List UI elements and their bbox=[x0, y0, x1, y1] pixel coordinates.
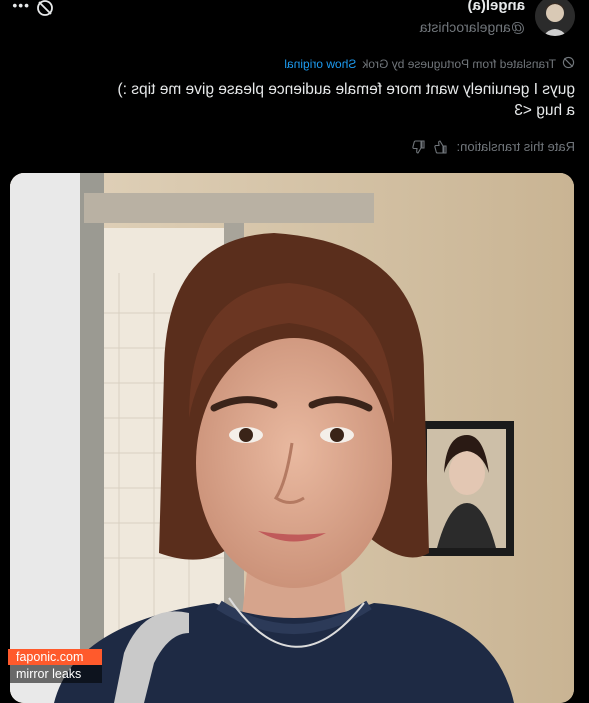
watermark-tagline: mirror leaks bbox=[8, 665, 102, 683]
post-photo[interactable] bbox=[10, 173, 574, 703]
grok-icon[interactable] bbox=[35, 0, 55, 18]
avatar-image bbox=[535, 0, 575, 36]
translation-notice: Translated from Portuguese by Grok Show … bbox=[284, 56, 575, 72]
display-name[interactable]: angel(a) bbox=[467, 0, 525, 14]
show-original-link[interactable]: Show original bbox=[284, 57, 356, 71]
avatar[interactable] bbox=[535, 0, 575, 36]
thumbs-up-icon[interactable] bbox=[434, 139, 448, 154]
thumbs-down-icon[interactable] bbox=[412, 139, 426, 154]
post-container: angel(a) @angelarochista ••• Translated … bbox=[0, 0, 589, 703]
framed-portrait-painting bbox=[419, 421, 514, 556]
rate-translation: Rate this translation: bbox=[412, 139, 575, 154]
more-options-icon[interactable]: ••• bbox=[7, 0, 29, 16]
post-text: guys I genuinely want more female audien… bbox=[117, 81, 576, 119]
translated-label: Translated from Portuguese by Grok bbox=[362, 57, 556, 71]
watermark: faponic.com mirror leaks bbox=[8, 649, 102, 683]
translate-icon bbox=[562, 56, 575, 72]
watermark-site: faponic.com bbox=[8, 649, 102, 665]
rate-label: Rate this translation: bbox=[456, 139, 575, 154]
user-handle[interactable]: @angelarochista bbox=[420, 19, 525, 35]
